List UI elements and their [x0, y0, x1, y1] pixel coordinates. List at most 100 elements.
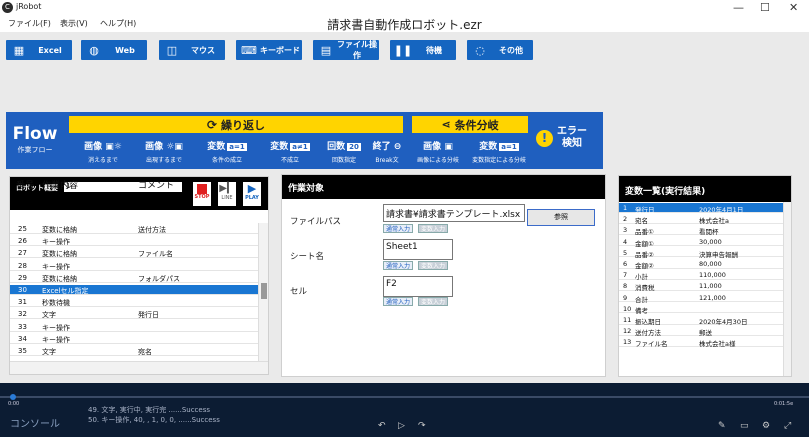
category-excel-button[interactable]: ▦ Excel	[6, 40, 72, 60]
progress-knob[interactable]	[10, 394, 16, 400]
variable-row[interactable]: 5 品番② 決算申告報酬	[619, 248, 783, 259]
maximize-icon[interactable]: ☐	[760, 1, 770, 14]
normal-input-tag[interactable]: 通常入力	[383, 297, 414, 306]
cell-no: 35	[18, 347, 27, 355]
app-name: jRobot	[16, 2, 42, 11]
flow-item-tag: 20	[347, 143, 361, 151]
normal-input-tag[interactable]: 通常入力	[383, 261, 414, 270]
close-icon[interactable]: ✕	[789, 1, 798, 14]
col-no: 番号	[16, 181, 35, 191]
category-web-button[interactable]: ◍ Web	[81, 40, 147, 60]
filepath-input[interactable]: 請求書¥請求書テンプレート.xlsx	[383, 204, 525, 222]
variable-row[interactable]: 2 宛名 株式会社a	[619, 214, 783, 225]
branch-icon: ⋖	[441, 118, 451, 131]
category-file-button[interactable]: ▤ ファイル操作	[313, 40, 379, 60]
flow-image-appear[interactable]: 画像 ☼▣ 出現するまで	[134, 139, 194, 164]
normal-input-tag[interactable]: 通常入力	[383, 224, 414, 233]
table-row[interactable]: 27 変数に格納 ファイル名	[10, 248, 258, 259]
flow-item-title: 画像	[145, 142, 164, 152]
var-input-tag[interactable]: 変数入力	[418, 297, 449, 306]
table-row[interactable]: 26 キー操作	[10, 236, 258, 247]
table-row[interactable]: 35 文字 宛名	[10, 346, 258, 356]
flow-count[interactable]: 回数 20 回数指定	[321, 139, 367, 164]
variable-row[interactable]: 1 発行日 2020年4月1日	[619, 203, 783, 214]
category-label: Web	[115, 45, 135, 55]
variable-row[interactable]: 9 合計 121,000	[619, 293, 783, 304]
settings-icon[interactable]: ⚙	[762, 421, 770, 431]
cell-input[interactable]: F2	[383, 276, 453, 297]
var-no: 6	[623, 260, 628, 268]
table-row[interactable]: 34 キー操作	[10, 334, 258, 344]
variable-row[interactable]: 6 金額② 80,000	[619, 259, 783, 270]
fullscreen-icon[interactable]: ⤢	[784, 421, 791, 431]
var-value: 郵送	[699, 329, 712, 338]
table-row[interactable]: 31 秒数待機	[10, 297, 258, 308]
flow-var-false[interactable]: 変数 a≠1 不成立	[260, 139, 320, 164]
rewind-icon[interactable]: ↶	[378, 421, 386, 431]
table-row[interactable]: 30 Excelセル指定	[10, 285, 258, 295]
var-no: 12	[623, 327, 632, 336]
var-no: 1	[623, 204, 628, 212]
var-value: 30,000	[699, 237, 722, 246]
flow-subtitle: 作業フロー	[17, 146, 53, 154]
var-input-tag[interactable]: 変数入力	[418, 224, 449, 233]
var-name: 品番①	[635, 228, 654, 237]
flow-break[interactable]: 終了 ⊖ Break文	[368, 139, 406, 164]
play-button[interactable]: ▶ PLAY	[243, 182, 261, 206]
flow-item-title: 終了	[372, 142, 391, 152]
var-name: 備考	[635, 306, 648, 315]
variable-row[interactable]: 12 送付方法 郵送	[619, 326, 783, 338]
variable-row[interactable]: 13 ファイル名 株式会社a様	[619, 337, 783, 349]
cell-no: 25	[18, 225, 27, 233]
cell-task: 文字	[42, 311, 56, 320]
flow-image-disappear[interactable]: 画像 ▣☼ 消えるまで	[73, 139, 133, 164]
category-keyboard-button[interactable]: ⌨ キーボード	[236, 40, 302, 60]
category-other-button[interactable]: ◌ その他	[467, 40, 533, 60]
var-no: 13	[623, 338, 632, 347]
excel-icon: ▦	[13, 43, 25, 57]
step-icon: ▶▎	[219, 183, 235, 194]
variable-row[interactable]: 7 小計 110,000	[619, 270, 783, 281]
cell-task: 変数に格納	[42, 250, 77, 259]
variables-scrollbar[interactable]	[783, 202, 791, 376]
table-row[interactable]: 28 キー操作	[10, 261, 258, 271]
var-input-tag[interactable]: 変数入力	[418, 261, 449, 270]
table-row[interactable]: 25 変数に格納 送付方法	[10, 224, 258, 234]
var-name: 金額②	[635, 262, 654, 270]
variable-row[interactable]: 8 消費税 11,000	[619, 281, 783, 292]
category-label: その他	[499, 45, 523, 55]
table-row[interactable]: 33 キー操作	[10, 322, 258, 332]
cell-no: 32	[18, 310, 27, 319]
category-wait-button[interactable]: ❚❚ 待機	[390, 40, 456, 60]
error-detect-button[interactable]: ! エラー 検知	[536, 126, 598, 150]
var-name: ファイル名	[635, 340, 668, 349]
flow-var-true[interactable]: 変数 a=1 条件の成立	[197, 139, 257, 164]
variable-row[interactable]: 4 金額① 30,000	[619, 237, 783, 248]
stop-button[interactable]: STOP	[193, 182, 211, 206]
play-icon[interactable]: ▷	[398, 421, 405, 431]
robot-hscrollbar[interactable]	[10, 361, 268, 374]
flow-bar: Flow 作業フロー ⟳ 繰り返し ⋖ 条件分岐 画像 ▣☼ 消えるまで 画像 ☼▣…	[6, 112, 603, 169]
browse-button[interactable]: 参照	[527, 209, 595, 226]
minimize-icon[interactable]: —	[733, 1, 744, 14]
flow-branch-image[interactable]: 画像 ▣ 画像による分岐	[410, 139, 466, 164]
variable-row[interactable]: 3 品番① 看閲杯	[619, 225, 783, 237]
cell-comment: 送付方法	[138, 226, 166, 234]
sheet-input[interactable]: Sheet1	[383, 239, 453, 260]
flow-item-sub: 画像による分岐	[417, 157, 459, 164]
pen-icon[interactable]: ✎	[718, 421, 726, 431]
caption-icon[interactable]: ▭	[740, 421, 749, 431]
scroll-thumb[interactable]	[261, 283, 267, 299]
robot-scrollbar[interactable]	[258, 223, 268, 361]
cell-task: 秒数待機	[42, 299, 70, 308]
var-no: 5	[623, 248, 628, 257]
flow-branch-var[interactable]: 変数 a=1 変数指定による分岐	[467, 139, 531, 164]
table-row[interactable]: 32 文字 発行日	[10, 309, 258, 320]
category-mouse-button[interactable]: ◫ マウス	[159, 40, 225, 60]
cell-task: キー操作	[42, 335, 70, 344]
variable-row[interactable]: 11 振込期日 2020年4月30日	[619, 315, 783, 326]
line-button[interactable]: ▶▎ LINE	[218, 182, 236, 206]
table-row[interactable]: 29 変数に格納 フォルダパス	[10, 273, 258, 283]
variable-row[interactable]: 10 備考	[619, 304, 783, 315]
forward-icon[interactable]: ↷	[418, 421, 426, 431]
